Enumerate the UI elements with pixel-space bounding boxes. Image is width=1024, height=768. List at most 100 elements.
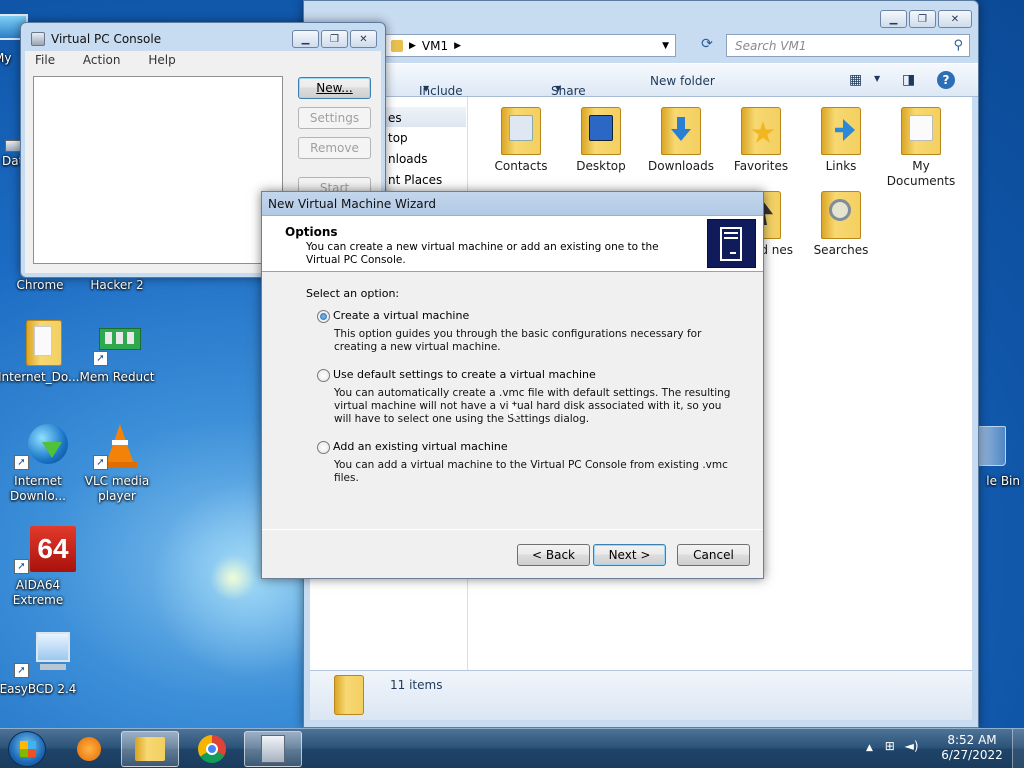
clock-date: 6/27/2022 (941, 748, 1003, 762)
remove-button[interactable]: Remove (298, 137, 371, 159)
back-label: < Back (531, 548, 575, 562)
virtual-pc-icon (261, 735, 285, 763)
desktop-icon-vlc[interactable]: ➚ VLC media player (77, 422, 157, 504)
taskbar-explorer[interactable] (121, 731, 179, 767)
clock[interactable]: 8:52 AM 6/27/2022 (936, 733, 1008, 763)
media-player-icon (77, 737, 101, 761)
folder-item[interactable]: Favorites (721, 107, 801, 174)
help-icon[interactable]: ? (937, 71, 955, 89)
start-button[interactable] (8, 731, 46, 767)
vpc-console-title: Virtual PC Console (51, 32, 162, 46)
folder-label: Searches (813, 243, 869, 257)
nav-item-label: nt Places (388, 173, 443, 187)
explorer-icon (135, 737, 165, 761)
option-prompt: Select an option: (306, 287, 400, 300)
maximize-icon: ❐ (330, 33, 339, 45)
show-desktop-button[interactable] (1012, 729, 1024, 768)
downloads-folder-icon (661, 107, 701, 155)
vm-list[interactable] (33, 76, 283, 264)
nav-item[interactable]: top (388, 131, 408, 145)
virtual-pc-logo-icon (707, 219, 756, 268)
view-icon[interactable]: ▦ (849, 72, 862, 88)
show-hidden-icons-icon[interactable]: ▲ (866, 743, 873, 753)
option-create-label[interactable]: Create a virtual machine (333, 309, 469, 322)
folder-icon (14, 318, 62, 366)
desktop-icon-label: EasyBCD 2.4 (0, 682, 77, 696)
option-existing-radio[interactable] (317, 441, 330, 454)
cancel-button[interactable]: Cancel (677, 544, 750, 566)
folder-label: Desktop (576, 159, 626, 173)
close-button[interactable]: ✕ (938, 10, 972, 28)
maximize-button[interactable]: ❐ (321, 30, 348, 48)
chevron-down-icon[interactable]: ▼ (662, 41, 669, 51)
wizard-subheading: You can create a new virtual machine or … (306, 241, 659, 266)
nav-item-label: nloads (388, 152, 428, 166)
new-vm-button[interactable]: New... (298, 77, 371, 99)
desktop-icon-idm[interactable]: ➚ Internet Downlo... (0, 422, 78, 504)
menu-file[interactable]: File (35, 53, 55, 67)
notification-area: ▲ ⊞ ◄) (866, 739, 926, 759)
minimize-button[interactable]: ▁ (880, 10, 907, 28)
new-vm-label: New... (316, 81, 353, 95)
idm-icon: ➚ (14, 422, 68, 470)
nav-item-label: es (388, 111, 402, 125)
wizard-titlebar: New Virtual Machine Wizard (262, 192, 763, 216)
desktop-icon-label: Hacker 2 (90, 278, 144, 292)
folder-item[interactable]: Contacts (481, 107, 561, 174)
menu-help[interactable]: Help (148, 53, 175, 67)
next-label: Next > (608, 548, 651, 562)
minimize-button[interactable]: ▁ (292, 30, 319, 48)
minimize-icon: ▁ (301, 33, 310, 45)
desktop-icon-aida64[interactable]: 64 ➚ AIDA64 Extreme (0, 526, 78, 608)
next-button[interactable]: Next > (593, 544, 666, 566)
option-default-label[interactable]: Use default settings to create a virtual… (333, 368, 596, 381)
taskbar-chrome[interactable] (183, 731, 241, 767)
wizard-header: Options You can create a new virtual mac… (262, 216, 763, 272)
volume-icon[interactable]: ◄) (905, 739, 919, 753)
taskbar-media-player[interactable] (60, 731, 118, 767)
wizard-divider (262, 529, 763, 530)
item-count: 11 items (390, 678, 443, 692)
folder-item[interactable]: Downloads (641, 107, 721, 174)
memory-icon: ➚ (93, 318, 141, 366)
aida64-icon: 64 ➚ (14, 526, 76, 574)
breadcrumb[interactable]: VM1 (422, 39, 448, 53)
folder-item[interactable]: Desktop (561, 107, 641, 174)
option-create-desc: This option guides you through the basic… (334, 328, 702, 353)
status-bar: 11 items (310, 670, 972, 720)
desktop-icon-mem-reduct[interactable]: ➚ Mem Reduct (77, 318, 157, 385)
nav-item[interactable]: nloads (388, 152, 428, 166)
option-create-radio[interactable] (317, 310, 330, 323)
close-button[interactable]: ✕ (350, 30, 377, 48)
taskbar: ▲ ⊞ ◄) 8:52 AM 6/27/2022 (0, 728, 1024, 768)
vpc-title-buttons: ▁ ❐ ✕ (292, 30, 377, 48)
desktop-icon-internet-do[interactable]: Internet_Do... (0, 318, 80, 385)
option-default-radio[interactable] (317, 369, 330, 382)
wizard-heading: Options (285, 225, 338, 239)
refresh-button[interactable]: ⟳ (696, 36, 718, 56)
chevron-down-icon: ▼ (555, 84, 562, 93)
search-input[interactable]: Search VM1 ⚲ (726, 34, 970, 57)
documents-folder-icon (901, 107, 941, 155)
new-folder-button[interactable]: New folder (650, 74, 715, 88)
taskbar-virtual-pc[interactable] (244, 731, 302, 767)
folder-item[interactable]: My Documents (881, 107, 961, 189)
settings-button[interactable]: Settings (298, 107, 371, 129)
desktop-icon-label: Internet_Do... (0, 370, 80, 384)
nav-item[interactable]: nt Places (388, 173, 442, 187)
back-button[interactable]: < Back (517, 544, 590, 566)
menu-action[interactable]: Action (83, 53, 121, 67)
chevron-down-icon[interactable]: ▼ (874, 74, 880, 83)
status-folder-icon (334, 675, 364, 715)
folder-item[interactable]: Searches (801, 191, 881, 258)
desktop-icon-label: Chrome (16, 278, 64, 292)
menu-bar: File Action Help (25, 51, 381, 71)
option-existing-label[interactable]: Add an existing virtual machine (333, 440, 508, 453)
desktop-icon-easybcd[interactable]: ➚ EasyBCD 2.4 (0, 630, 78, 697)
shortcut-arrow-icon: ➚ (14, 455, 29, 470)
preview-pane-icon[interactable]: ◨ (902, 72, 915, 88)
network-icon[interactable]: ⊞ (885, 739, 895, 753)
folder-item[interactable]: Links (801, 107, 881, 174)
address-bar[interactable]: ▶ VM1 ▶ ▼ (382, 34, 676, 57)
maximize-button[interactable]: ❐ (909, 10, 936, 28)
